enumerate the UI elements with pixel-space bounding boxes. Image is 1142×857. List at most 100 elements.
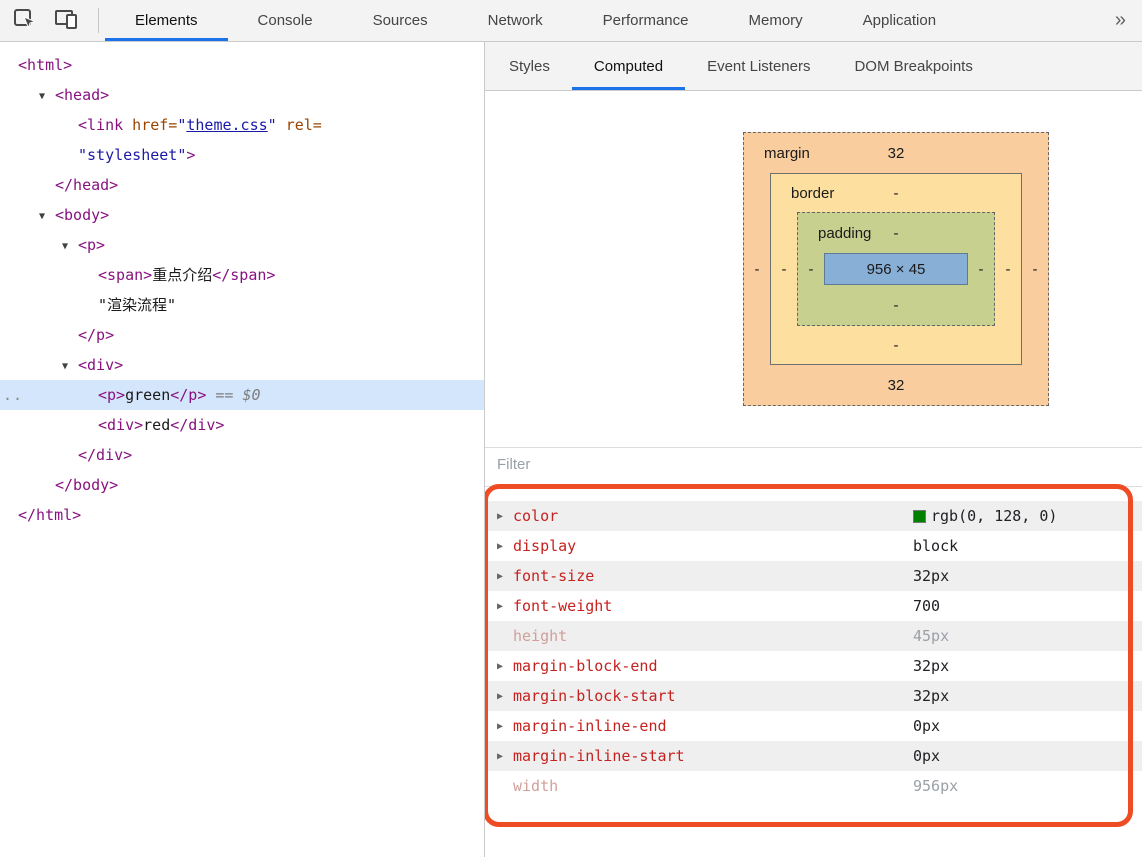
expand-arrow-icon[interactable]: ▼ xyxy=(39,202,55,232)
tree-line[interactable]: </body> xyxy=(0,470,484,500)
expand-arrow-icon[interactable]: ▶ xyxy=(497,691,513,702)
tree-line[interactable]: "渲染流程" xyxy=(0,290,484,320)
computed-property-row[interactable]: ▶font-weight700 xyxy=(485,591,1142,621)
property-value: 700 xyxy=(913,597,940,615)
code-token-val: "stylesheet" xyxy=(78,146,186,164)
expand-arrow-icon[interactable]: ▶ xyxy=(497,721,513,732)
property-value: 956px xyxy=(913,777,958,795)
tree-line[interactable]: </p> xyxy=(0,320,484,350)
tree-line[interactable]: <link href="theme.css" rel= xyxy=(0,110,484,140)
expand-arrow-icon[interactable]: ▼ xyxy=(62,232,78,262)
tab-console[interactable]: Console xyxy=(228,0,343,41)
expand-arrow-icon[interactable]: ▶ xyxy=(497,751,513,762)
tab-application[interactable]: Application xyxy=(833,0,966,41)
code-token-link: theme.css xyxy=(186,116,267,134)
tab-elements[interactable]: Elements xyxy=(105,0,228,41)
computed-properties-list: ▶colorrgb(0, 128, 0)▶displayblock▶font-s… xyxy=(485,487,1142,801)
filter-input[interactable] xyxy=(497,456,797,473)
property-value-text: rgb(0, 128, 0) xyxy=(931,507,1057,525)
tree-line[interactable]: ▼<head> xyxy=(0,80,484,110)
tab-memory[interactable]: Memory xyxy=(719,0,833,41)
code-token-tag: </head> xyxy=(55,176,118,194)
code-token-text: 重点介绍 xyxy=(152,266,212,284)
tab-sources[interactable]: Sources xyxy=(343,0,458,41)
code-token-tag: <p> xyxy=(98,386,125,404)
device-toolbar-button[interactable] xyxy=(52,6,82,36)
property-value: block xyxy=(913,537,958,555)
tree-line[interactable]: </div> xyxy=(0,440,484,470)
expand-arrow-icon[interactable]: ▶ xyxy=(497,571,513,582)
tree-line[interactable]: </html> xyxy=(0,500,484,530)
padding-label: padding xyxy=(818,225,871,242)
computed-property-row[interactable]: ▶font-size32px xyxy=(485,561,1142,591)
tree-line[interactable]: <html> xyxy=(0,50,484,80)
expand-arrow-icon[interactable]: ▼ xyxy=(39,82,55,112)
devtools-main: <html>▼<head><link href="theme.css" rel=… xyxy=(0,42,1142,857)
property-value: 32px xyxy=(913,567,949,585)
computed-property-row[interactable]: ▶margin-inline-end0px xyxy=(485,711,1142,741)
tree-line[interactable]: </head> xyxy=(0,170,484,200)
property-value-text: 45px xyxy=(913,627,949,645)
expand-arrow-icon[interactable]: ▶ xyxy=(497,661,513,672)
toolbar-icons xyxy=(0,0,92,41)
sidebar-tab-computed[interactable]: Computed xyxy=(572,42,685,90)
code-token-attr: href= xyxy=(123,116,177,134)
box-model-content[interactable]: 956 × 45 xyxy=(824,253,968,285)
box-model-margin[interactable]: margin 32 - border - - xyxy=(743,132,1049,406)
sidebar-tab-styles[interactable]: Styles xyxy=(487,42,572,90)
property-name: margin-block-end xyxy=(513,657,913,675)
selected-node-gutter: .. xyxy=(3,380,23,410)
expand-arrow-icon[interactable]: ▶ xyxy=(497,541,513,552)
computed-property-row[interactable]: ▶margin-inline-start0px xyxy=(485,741,1142,771)
sidebar-tab-event-listeners[interactable]: Event Listeners xyxy=(685,42,832,90)
code-token-tag: <body> xyxy=(55,206,109,224)
tree-line[interactable]: ▼<body> xyxy=(0,200,484,230)
expand-arrow-icon[interactable]: ▼ xyxy=(62,352,78,382)
code-token-eq: == xyxy=(206,386,242,404)
code-token-tag: <p> xyxy=(78,236,105,254)
code-token-tag: <head> xyxy=(55,86,109,104)
property-value-text: block xyxy=(913,537,958,555)
property-name: display xyxy=(513,537,913,555)
property-value: 32px xyxy=(913,687,949,705)
tree-line[interactable]: ▼<div> xyxy=(0,350,484,380)
code-token-tag: <div> xyxy=(98,416,143,434)
code-token-tag: </div> xyxy=(170,416,224,434)
box-model-padding[interactable]: padding - - 956 × 45 - - xyxy=(797,212,995,326)
computed-property-row[interactable]: height45px xyxy=(485,621,1142,651)
property-name: margin-inline-end xyxy=(513,717,913,735)
device-toolbar-icon xyxy=(54,6,80,35)
computed-property-row[interactable]: ▶margin-block-start32px xyxy=(485,681,1142,711)
box-model-section: margin 32 - border - - xyxy=(485,91,1142,448)
computed-property-row[interactable]: ▶margin-block-end32px xyxy=(485,651,1142,681)
property-value: 32px xyxy=(913,657,949,675)
computed-property-row[interactable]: ▶displayblock xyxy=(485,531,1142,561)
box-model-border[interactable]: border - - padding - xyxy=(770,173,1022,365)
computed-property-row[interactable]: ▶colorrgb(0, 128, 0) xyxy=(485,501,1142,531)
tree-line[interactable]: ..<p>green</p> == $0 xyxy=(0,380,484,410)
expand-arrow-icon[interactable]: ▶ xyxy=(497,511,513,522)
tree-line[interactable]: "stylesheet"> xyxy=(0,140,484,170)
tab-performance[interactable]: Performance xyxy=(573,0,719,41)
property-value-text: 956px xyxy=(913,777,958,795)
tree-line[interactable]: <span>重点介绍</span> xyxy=(0,260,484,290)
code-token-text: green xyxy=(125,386,170,404)
inspect-element-button[interactable] xyxy=(10,6,40,36)
property-value-text: 0px xyxy=(913,747,940,765)
property-value-text: 32px xyxy=(913,567,949,585)
more-panels-button[interactable]: » xyxy=(1099,0,1142,41)
code-token-attr: rel= xyxy=(277,116,322,134)
code-token-tag: > xyxy=(186,146,195,164)
margin-left-value: - xyxy=(744,173,770,365)
property-value-text: 700 xyxy=(913,597,940,615)
devtools-window: ElementsConsoleSourcesNetworkPerformance… xyxy=(0,0,1142,857)
expand-arrow-icon[interactable]: ▶ xyxy=(497,601,513,612)
sidebar-tab-dom-breakpoints[interactable]: DOM Breakpoints xyxy=(832,42,994,90)
tree-line[interactable]: ▼<p> xyxy=(0,230,484,260)
code-token-text: "渲染流程" xyxy=(98,296,176,314)
tree-line[interactable]: <div>red</div> xyxy=(0,410,484,440)
code-token-tag: </div> xyxy=(78,446,132,464)
tab-network[interactable]: Network xyxy=(458,0,573,41)
computed-property-row[interactable]: width956px xyxy=(485,771,1142,801)
sidebar-tabs: StylesComputedEvent ListenersDOM Breakpo… xyxy=(485,42,1142,91)
